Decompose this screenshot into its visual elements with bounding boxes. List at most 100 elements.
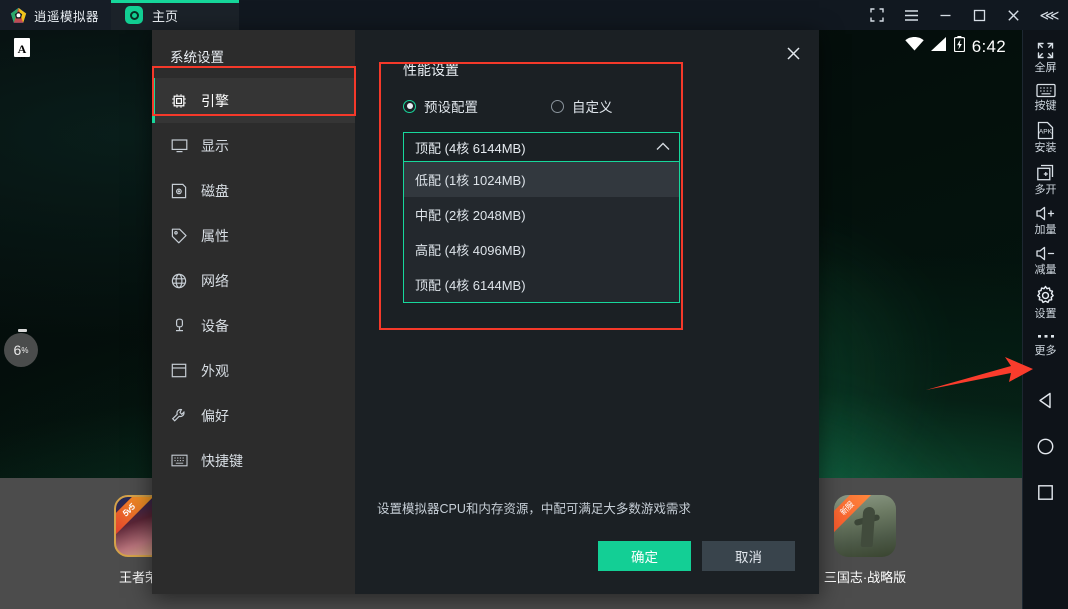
pentagon-logo-icon xyxy=(10,7,27,24)
radio-custom[interactable]: 自定义 xyxy=(551,96,613,116)
rail-item-install[interactable]: APK 安装 xyxy=(1023,116,1068,158)
sidebar-item-preferences[interactable]: 偏好 xyxy=(152,393,355,438)
sidebar-item-device[interactable]: 设备 xyxy=(152,303,355,348)
panel-heading: 性能设置 xyxy=(403,62,459,78)
rail-label: 更多 xyxy=(1034,345,1057,357)
option-top[interactable]: 顶配 (4核 6144MB) xyxy=(404,267,679,302)
rail-label: 按键 xyxy=(1034,100,1057,112)
sidebar-item-label: 显示 xyxy=(201,137,229,154)
dialog-close-button[interactable] xyxy=(781,41,805,65)
brand: 逍遥模拟器 xyxy=(0,0,112,30)
chevrons-left-icon: ⋘ xyxy=(1039,6,1060,23)
screenshot-button[interactable] xyxy=(860,0,894,30)
sidebar-item-engine[interactable]: 引擎 xyxy=(152,78,355,123)
svg-text:APK: APK xyxy=(1039,128,1053,135)
option-label: 低配 (1核 1024MB) xyxy=(415,173,526,188)
floppy-disk-icon xyxy=(170,183,188,199)
minimize-button[interactable] xyxy=(928,0,962,30)
sidebar-item-label: 属性 xyxy=(201,227,229,244)
sidebar-item-label: 网络 xyxy=(201,272,229,289)
rail-item-volume-down[interactable]: 减量 xyxy=(1023,240,1068,280)
dialog-title: 系统设置 xyxy=(170,50,224,65)
signal-icon xyxy=(930,37,947,56)
radio-label: 预设配置 xyxy=(424,100,478,115)
sidebar-item-network[interactable]: 网络 xyxy=(152,258,355,303)
screen-letter-badge: xA••• xyxy=(14,38,30,62)
rail-item-volume-up[interactable]: 加量 xyxy=(1023,200,1068,240)
sidebar-item-label: 引擎 xyxy=(201,92,229,109)
nav-recents-button[interactable] xyxy=(1036,483,1055,507)
android-status-bar: 6:42 xyxy=(905,36,1006,57)
rail-label: 减量 xyxy=(1034,264,1057,276)
rail-item-multi[interactable]: 多开 xyxy=(1023,158,1068,200)
perf-value: 6 xyxy=(13,342,22,358)
wrench-icon xyxy=(170,408,188,424)
status-time: 6:42 xyxy=(971,36,1006,56)
settings-sidebar: 系统设置 引擎 显示 磁盘 属性 网络 设备 外观 偏好 快捷键 xyxy=(152,30,355,594)
battery-charging-icon xyxy=(953,36,965,57)
system-settings-dialog: 系统设置 引擎 显示 磁盘 属性 网络 设备 外观 偏好 快捷键 性能设置 预设… xyxy=(152,30,819,594)
tab-home[interactable]: 主页 xyxy=(111,0,240,30)
maximize-button[interactable] xyxy=(962,0,996,30)
sidebar-item-shortcuts[interactable]: 快捷键 xyxy=(152,438,355,483)
close-button[interactable] xyxy=(996,0,1030,30)
monitor-icon xyxy=(170,138,188,153)
option-label: 中配 (2核 2048MB) xyxy=(415,208,526,223)
panel-hint: 设置模拟器CPU和内存资源，中配可满足大多数游戏需求 xyxy=(377,502,691,516)
perf-bubble-tick xyxy=(18,329,27,332)
sidebar-item-label: 设备 xyxy=(201,317,229,334)
rail-item-keymap[interactable]: 按键 xyxy=(1023,78,1068,116)
home-app-icon xyxy=(125,6,144,24)
app-icon-sanguozhi: 新服 xyxy=(834,495,896,557)
option-high[interactable]: 高配 (4核 4096MB) xyxy=(404,232,679,267)
perf-unit: % xyxy=(21,345,29,355)
nav-back-button[interactable] xyxy=(1036,391,1055,415)
sidebar-item-label: 快捷键 xyxy=(201,452,243,469)
keyboard-icon xyxy=(170,454,188,467)
red-arrow-to-settings xyxy=(925,352,1035,399)
sidebar-item-label: 磁盘 xyxy=(201,182,229,199)
radio-dot-selected xyxy=(403,99,416,113)
more-dots-icon xyxy=(1036,329,1056,343)
cpu-chip-icon xyxy=(170,93,188,109)
confirm-button[interactable]: 确定 xyxy=(598,541,691,571)
performance-settings-panel: 性能设置 预设配置 自定义 顶配 (4核 6144MB) 低配 (1核 1024… xyxy=(403,60,706,303)
sidebar-item-disk[interactable]: 磁盘 xyxy=(152,168,355,213)
cancel-button[interactable]: 取消 xyxy=(702,541,795,571)
option-label: 顶配 (4核 6144MB) xyxy=(415,278,526,293)
select-value: 顶配 (4核 6144MB) xyxy=(415,140,526,156)
volume-up-icon xyxy=(1035,205,1056,222)
sidebar-item-label: 偏好 xyxy=(201,407,229,424)
config-mode-radio-group: 预设配置 自定义 xyxy=(403,96,706,116)
titlebar: 逍遥模拟器 主页 ⋘ xyxy=(0,0,1068,30)
window-icon xyxy=(170,363,188,378)
volume-down-icon xyxy=(1035,245,1056,262)
preset-options-list[interactable]: 低配 (1核 1024MB) 中配 (2核 2048MB) 高配 (4核 409… xyxy=(403,162,680,303)
rail-item-fullscreen[interactable]: 全屏 xyxy=(1023,36,1068,78)
rail-item-settings[interactable]: 设置 xyxy=(1023,280,1068,324)
option-label: 高配 (4核 4096MB) xyxy=(415,243,526,258)
emulator-window: 逍遥模拟器 主页 ⋘ A ••• 6:42 6 % 5v5 王者荣耀 新服 三国… xyxy=(0,0,1068,609)
settings-nav: 引擎 显示 磁盘 属性 网络 设备 外观 偏好 快捷键 xyxy=(152,78,355,483)
preset-select[interactable]: 顶配 (4核 6144MB) xyxy=(403,132,680,162)
menu-button[interactable] xyxy=(894,0,928,30)
sidebar-item-appearance[interactable]: 外观 xyxy=(152,348,355,393)
rail-label: 安装 xyxy=(1034,142,1057,154)
nav-home-button[interactable] xyxy=(1036,437,1055,461)
sidebar-item-display[interactable]: 显示 xyxy=(152,123,355,168)
rail-label: 设置 xyxy=(1034,308,1057,320)
perf-bubble[interactable]: 6% xyxy=(4,333,38,367)
collapse-sidebar-button[interactable]: ⋘ xyxy=(1030,0,1068,30)
app-tile-sanguozhi[interactable]: 新服 三国志·战略版 xyxy=(805,495,925,586)
sidebar-item-label: 外观 xyxy=(201,362,229,379)
android-nav-buttons xyxy=(1036,391,1055,507)
multi-instance-icon xyxy=(1036,163,1055,182)
radio-preset[interactable]: 预设配置 xyxy=(403,96,551,116)
brand-name: 逍遥模拟器 xyxy=(34,9,100,24)
window-controls: ⋘ xyxy=(860,0,1068,30)
tag-icon xyxy=(170,228,188,244)
sidebar-item-properties[interactable]: 属性 xyxy=(152,213,355,258)
titlebar-spacer xyxy=(239,0,860,30)
option-medium[interactable]: 中配 (2核 2048MB) xyxy=(404,197,679,232)
option-low[interactable]: 低配 (1核 1024MB) xyxy=(404,162,679,197)
